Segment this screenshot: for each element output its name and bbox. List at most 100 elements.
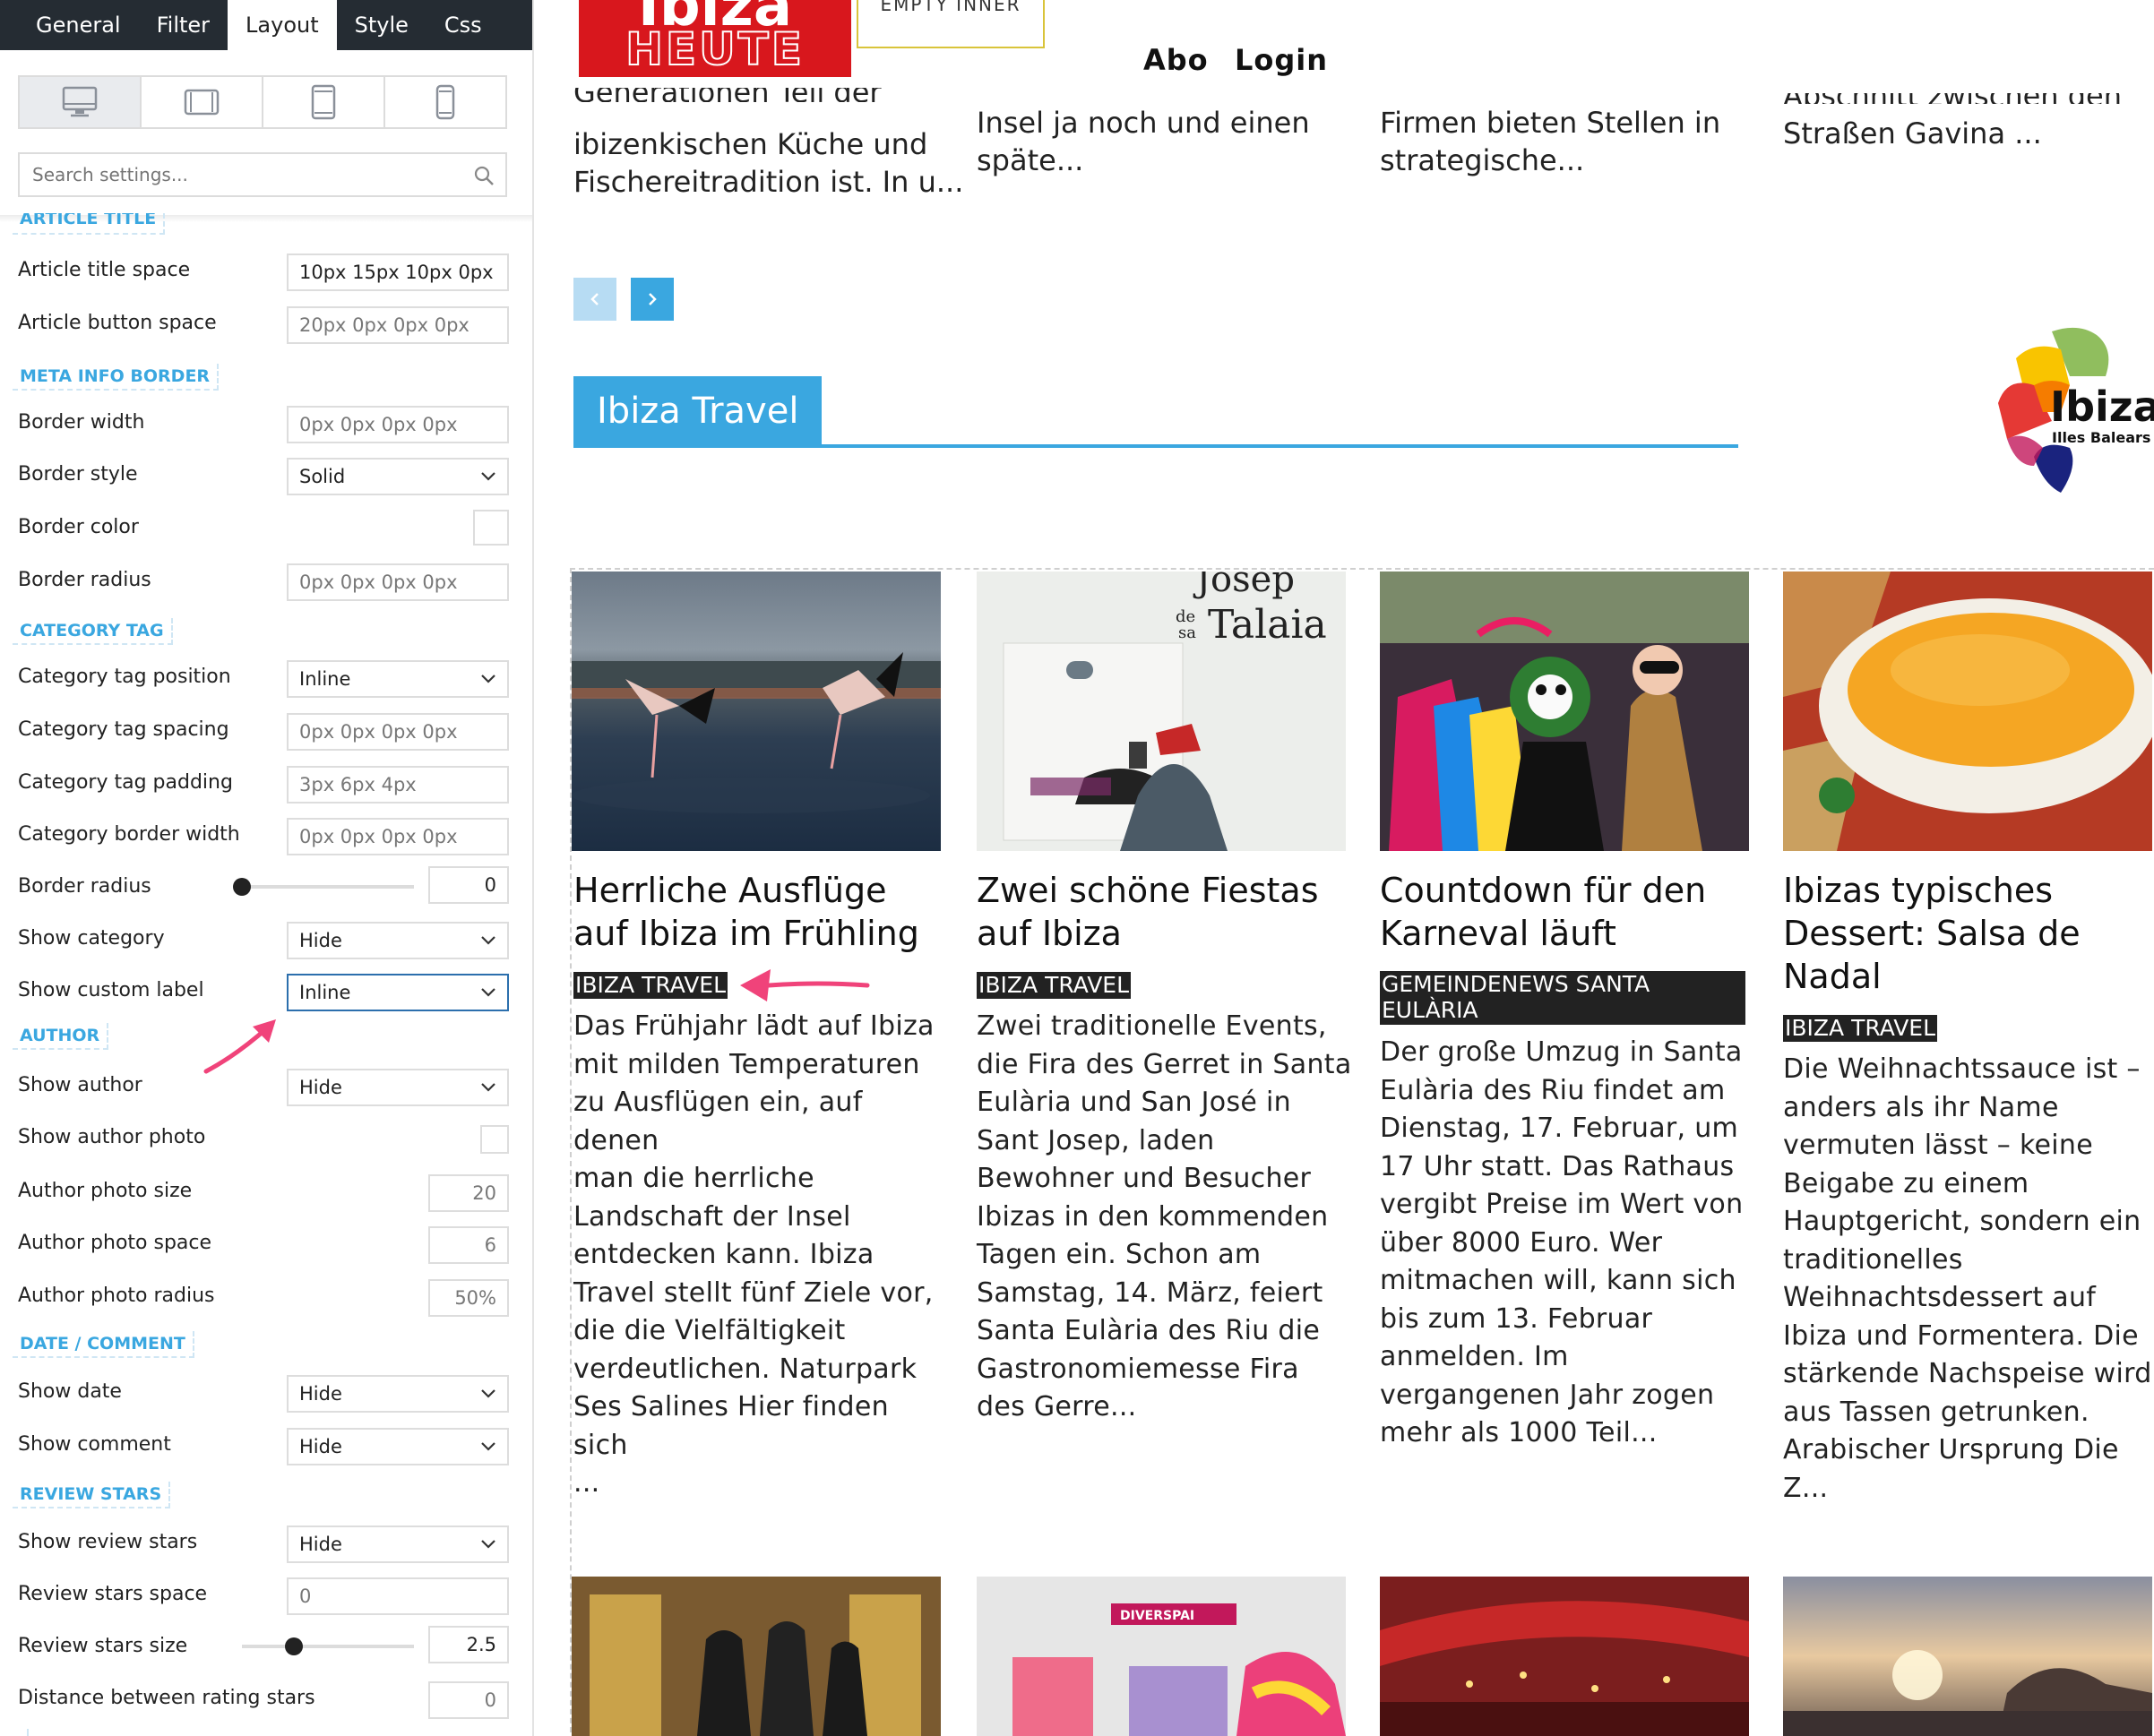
label-review-stars-space: Review stars space <box>18 1583 208 1605</box>
review-stars-size-slider-handle[interactable] <box>284 1637 303 1655</box>
salsa-photo <box>1783 572 2152 851</box>
distance-between-rating-stars-input[interactable]: 0 <box>428 1681 509 1719</box>
article-title-4-line1[interactable]: Ibizas typisches <box>1783 869 2154 912</box>
show-review-stars-value: Hide <box>299 1534 342 1555</box>
article-title-1-line2[interactable]: auf Ibiza im Frühling <box>573 912 950 955</box>
tablet-landscape-device-button[interactable] <box>142 77 263 127</box>
review-stars-size-slider[interactable] <box>242 1637 414 1655</box>
article-image-fiestas[interactable]: Josep de sa Talaia <box>977 572 1346 851</box>
border-radius-slider[interactable] <box>233 878 414 896</box>
show-date-select[interactable]: Hide <box>287 1375 509 1413</box>
category-tag-3[interactable]: GEMEINDENEWS SANTA EULÀRIA <box>1380 971 1745 1025</box>
section-meta-info-border: META INFO BORDER <box>13 364 220 391</box>
author-photo-radius-input[interactable]: 50% <box>428 1279 509 1317</box>
author-photo-size-input[interactable]: 20 <box>428 1174 509 1212</box>
mobile-device-button[interactable] <box>385 77 505 127</box>
border-color-swatch[interactable] <box>473 510 509 546</box>
article-excerpt-3: Der große Umzug in Santa Eulària des Riu… <box>1380 1034 1756 1453</box>
article-image-church[interactable] <box>572 1577 941 1736</box>
article-image-flamingos[interactable] <box>572 572 941 851</box>
nav-abo-link[interactable]: Abo <box>1143 43 1209 77</box>
review-stars-size-input[interactable]: 2.5 <box>428 1626 509 1663</box>
article-excerpt-2: Zwei traditionelle Events, die Fira des … <box>977 1008 1353 1427</box>
author-photo-space-input[interactable]: 6 <box>428 1226 509 1264</box>
excerpt-line: vergangenen Jahr zogen <box>1380 1379 1715 1411</box>
section-review-stars: REVIEW STARS <box>13 1482 171 1508</box>
tab-filter[interactable]: Filter <box>139 0 228 50</box>
excerpt-line: über 8000 Euro. Wer <box>1380 1226 1663 1259</box>
category-tag-2[interactable]: IBIZA TRAVEL <box>977 972 1132 999</box>
excerpt-line: Hauptgericht, sondern ein <box>1783 1206 2141 1237</box>
label-show-custom-label: Show custom label <box>18 979 204 1001</box>
category-tag-padding-input[interactable]: 3px 6px 4px <box>287 766 509 804</box>
ibiza-heute-logo[interactable]: Ibiza HEUTE <box>579 0 851 77</box>
article-image-diverspai[interactable]: DIVERSPAI <box>977 1577 1346 1736</box>
show-comment-select[interactable]: Hide <box>287 1428 509 1465</box>
article-title-4-line2[interactable]: Dessert: Salsa de <box>1783 912 2154 955</box>
excerpt-line: mehr als 1000 Teil... <box>1380 1417 1658 1448</box>
show-author-select[interactable]: Hide <box>287 1069 509 1106</box>
article-image-market[interactable] <box>1380 1577 1749 1736</box>
label-category-tag-spacing: Category tag spacing <box>18 718 229 741</box>
desktop-device-button[interactable] <box>20 77 142 127</box>
border-style-select[interactable]: Solid <box>287 458 509 495</box>
prev-page-button[interactable] <box>573 278 616 321</box>
poster-josep: Josep <box>1193 572 1295 600</box>
category-border-width-input[interactable]: 0px 0px 0px 0px <box>287 818 509 855</box>
sunset-photo <box>1783 1577 2152 1736</box>
border-radius-cat-input[interactable]: 0 <box>428 866 509 904</box>
border-width-input[interactable]: 0px 0px 0px 0px <box>287 406 509 443</box>
label-show-category: Show category <box>18 927 165 950</box>
label-distance-between-rating-stars: Distance between rating stars <box>18 1687 315 1709</box>
tab-style[interactable]: Style <box>337 0 426 50</box>
article-image-karneval[interactable] <box>1380 572 1749 851</box>
block-title-underline <box>573 444 1738 448</box>
article-title-2-line2[interactable]: auf Ibiza <box>977 912 1353 955</box>
border-radius-slider-handle[interactable] <box>233 878 251 896</box>
category-tag-1[interactable]: IBIZA TRAVEL <box>573 972 728 999</box>
show-review-stars-select[interactable]: Hide <box>287 1525 509 1563</box>
border-radius-meta-input[interactable]: 0px 0px 0px 0px <box>287 563 509 601</box>
karneval-photo <box>1380 572 1749 851</box>
excerpt-line: Ses Salines Hier finden sich <box>573 1391 889 1461</box>
article-image-sunset[interactable] <box>1783 1577 2152 1736</box>
search-settings-input[interactable] <box>20 154 505 195</box>
article-image-salsa-de-nadal[interactable] <box>1783 572 2152 851</box>
block-title: Ibiza Travel <box>573 376 823 446</box>
excerpt-line: anders als ihr Name <box>1783 1091 2059 1123</box>
label-border-color: Border color <box>18 516 139 538</box>
category-tag-position-select[interactable]: Inline <box>287 660 509 698</box>
tab-layout[interactable]: Layout <box>228 0 337 50</box>
show-custom-label-select[interactable]: Inline <box>287 974 509 1011</box>
chevron-right-icon <box>649 293 657 305</box>
category-tag-spacing-input[interactable]: 0px 0px 0px 0px <box>287 713 509 751</box>
category-tag-4[interactable]: IBIZA TRAVEL <box>1783 1015 1938 1042</box>
review-stars-space-input[interactable]: 0 <box>287 1577 509 1615</box>
section-date-comment: DATE / COMMENT <box>13 1331 194 1358</box>
article-title-4-line3[interactable]: Nadal <box>1783 955 2154 998</box>
article-excerpt-4: Die Weihnachtssauce ist – anders als ihr… <box>1783 1051 2154 1508</box>
excerpt-line: Beigabe zu einem <box>1783 1167 2029 1199</box>
article-title-1-line1[interactable]: Herrliche Ausflüge <box>573 869 950 912</box>
excerpt-line: die Fira des Gerret in Santa <box>977 1048 1352 1080</box>
article-title-3-line2[interactable]: Karneval läuft <box>1380 912 1756 955</box>
chevron-down-icon <box>481 1389 495 1398</box>
article-title-3-line1[interactable]: Countdown für den <box>1380 869 1756 912</box>
excerpt-line: mit milden Temperaturen <box>573 1048 920 1080</box>
next-page-button[interactable] <box>631 278 674 321</box>
label-show-author-photo: Show author photo <box>18 1126 206 1148</box>
label-author-photo-radius: Author photo radius <box>18 1285 215 1307</box>
ibiza-logo-graphic: Ibiza Illes Balears <box>1998 327 2154 493</box>
tab-general[interactable]: General <box>0 0 139 50</box>
tab-css[interactable]: Css <box>426 0 500 50</box>
show-author-photo-checkbox[interactable] <box>480 1125 509 1154</box>
label-category-border-width: Category border width <box>18 823 240 846</box>
empty-inner-placeholder: EMPTY INNER <box>857 0 1045 48</box>
article-title-space-input[interactable]: 10px 15px 10px 0px <box>287 254 509 291</box>
nav-login-link[interactable]: Login <box>1235 43 1328 77</box>
ibiza-illes-balears-logo[interactable]: Ibiza Illes Balears <box>1980 322 2154 502</box>
article-button-space-input[interactable]: 20px 0px 0px 0px <box>287 306 509 344</box>
show-category-select[interactable]: Hide <box>287 922 509 959</box>
tablet-portrait-device-button[interactable] <box>263 77 385 127</box>
article-title-2-line1[interactable]: Zwei schöne Fiestas <box>977 869 1353 912</box>
